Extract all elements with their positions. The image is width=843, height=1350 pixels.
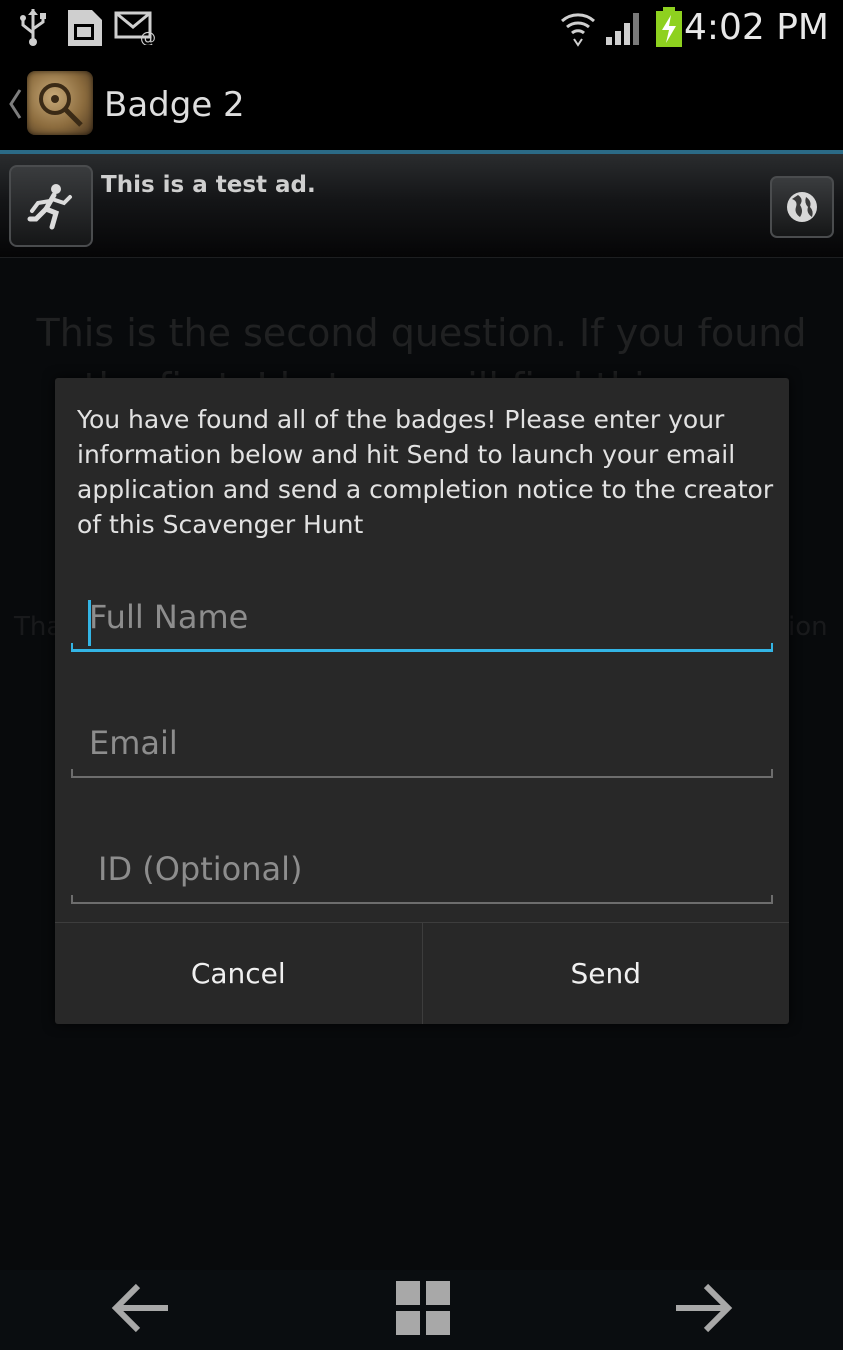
full-name-underline [71,643,773,652]
battery-charging-icon [654,6,684,48]
up-caret-icon[interactable] [8,86,22,126]
send-button[interactable]: Send [421,923,790,1024]
wifi-icon [558,6,598,48]
arrow-left-icon[interactable] [106,1276,176,1340]
arrow-right-icon[interactable] [668,1276,738,1340]
completion-dialog: You have found all of the badges! Please… [55,378,789,1024]
status-time: 4:02 PM [683,6,829,48]
ad-text[interactable]: This is a test ad. [101,172,316,198]
grid-icon[interactable] [392,1277,454,1339]
globe-icon[interactable] [770,176,834,238]
full-name-field[interactable] [71,572,773,652]
running-man-icon[interactable] [9,165,93,247]
text-cursor [88,600,91,646]
signal-icon [604,6,646,48]
email-field[interactable] [71,698,773,778]
cancel-button[interactable]: Cancel [55,923,422,1024]
dialog-message: You have found all of the badges! Please… [77,405,774,539]
app-icon[interactable] [27,71,93,135]
dialog-button-bar: Cancel Send [55,922,789,1024]
id-input[interactable] [71,824,773,904]
status-bar: @ 4:02 PM [0,0,843,54]
email-input[interactable] [71,698,773,778]
email-icon: @ [114,6,158,48]
id-underline [71,895,773,904]
page-title: Badge 2 [104,85,245,125]
svg-text:@: @ [140,28,156,45]
id-field[interactable] [71,824,773,904]
email-underline [71,769,773,778]
ad-banner[interactable] [0,154,843,258]
full-name-input[interactable] [71,572,773,652]
usb-icon [16,6,50,48]
sd-card-icon [66,6,104,48]
